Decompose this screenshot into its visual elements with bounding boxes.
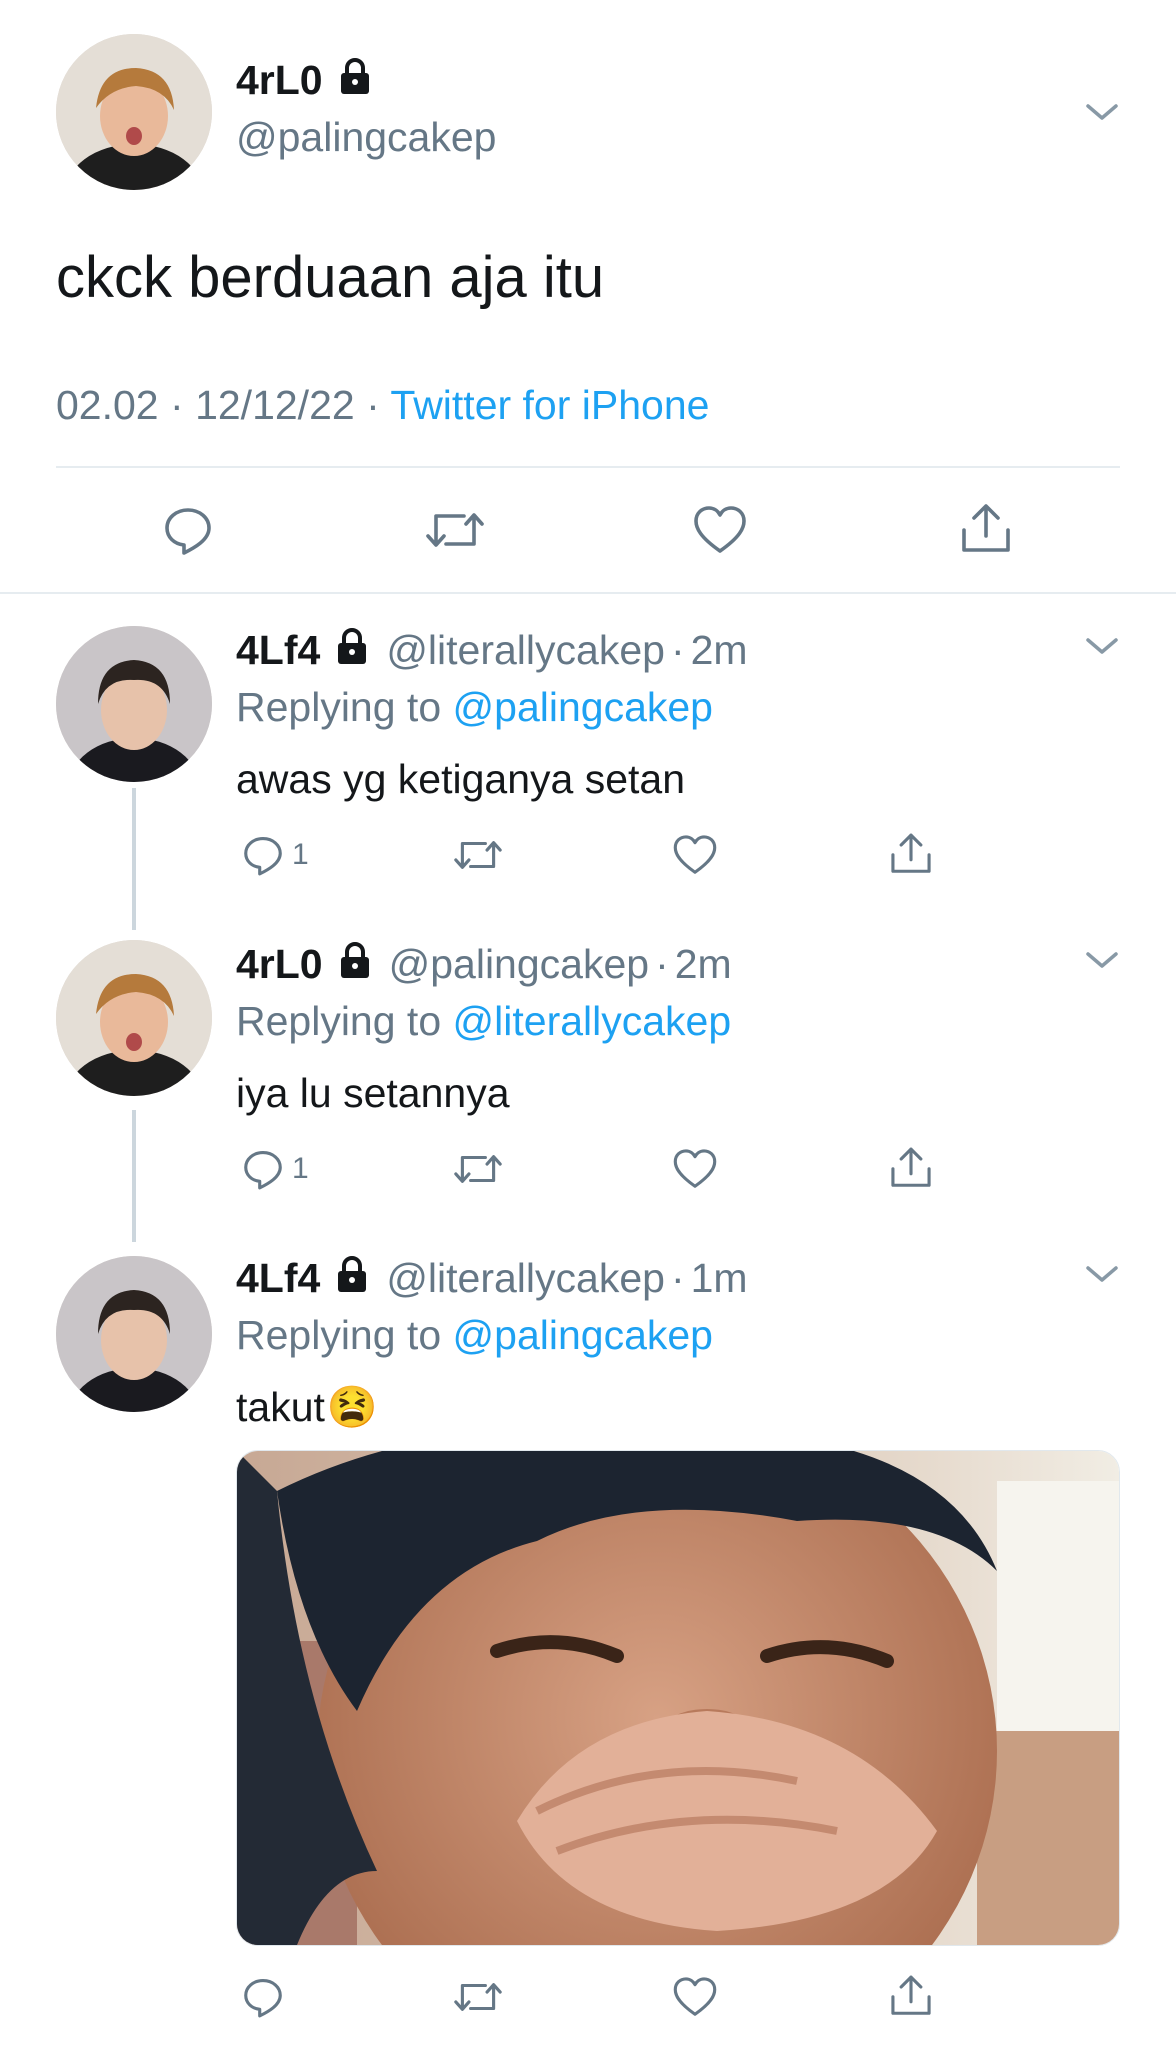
replying-to-link[interactable]: @literallycakep [453,998,732,1044]
avatar-reply-1[interactable] [56,626,212,782]
reply-icon [244,1979,282,2018]
handle[interactable]: @palingcakep [389,941,649,987]
reply-1-header: 4Lf4 @literallycakep · 2m [236,626,748,676]
divider [0,592,1176,594]
lock-icon [332,1254,372,1304]
handle[interactable]: @literallycakep [386,1255,665,1301]
chevron-down-icon[interactable] [1082,98,1122,131]
replying-to-link[interactable]: @palingcakep [453,1312,713,1358]
avatar-reply-2[interactable] [56,940,212,1096]
reply-text: awas yg ketiganya setan [236,756,685,802]
share-icon [891,833,931,873]
replying-prefix: Replying to [236,1312,442,1358]
heart-icon [673,1149,717,1188]
tweet-time: 2m [690,627,748,673]
meta-separator: · [170,382,184,428]
main-display-name[interactable]: 4rL0 [236,56,375,106]
share-icon [891,1147,931,1187]
replying-to: Replying to @literallycakep [236,998,731,1045]
lock-icon [335,56,375,106]
reply-text-content: takut [236,1384,325,1430]
tweet-source-link[interactable]: Twitter for iPhone [390,382,709,428]
tweet-time: 02.02 [56,382,159,428]
main-tweet-meta: 02.02 · 12/12/22 · Twitter for iPhone [56,382,709,429]
reply-2-header: 4rL0 @palingcakep · 2m [236,940,732,990]
reply-count: 1 [292,1152,309,1185]
display-name-text[interactable]: 4Lf4 [236,627,320,673]
share-icon [962,504,1010,552]
avatar-reply-3[interactable] [56,1256,212,1412]
display-name-text[interactable]: 4rL0 [236,941,323,987]
handle[interactable]: @literallycakep [386,627,665,673]
display-name-text[interactable]: 4Lf4 [236,1255,320,1301]
heart-icon [673,1977,717,2016]
replying-prefix: Replying to [236,684,442,730]
reply-text: iya lu setannya [236,1070,510,1116]
share-icon [891,1975,931,2015]
reply-text: takut😫 [236,1384,378,1432]
retweet-button[interactable] [452,1146,504,1192]
reply-icon [244,1151,282,1190]
thread-line [132,1110,136,1242]
chevron-down-icon[interactable] [1082,632,1122,665]
reply-icon [165,508,211,555]
chevron-down-icon[interactable] [1082,1260,1122,1293]
like-button[interactable] [672,1974,718,2020]
reply-button[interactable]: 1 [240,1146,309,1192]
tweet-time: 2m [674,941,732,987]
replying-to-link[interactable]: @palingcakep [453,684,713,730]
heart-icon [673,835,717,874]
share-button[interactable] [888,1144,934,1192]
like-button[interactable] [692,502,748,558]
display-name-text[interactable]: 4rL0 [236,57,323,103]
share-button[interactable] [888,830,934,878]
thread-line [132,788,136,930]
tired-face-emoji: 😫 [326,1384,378,1430]
tweet-date: 12/12/22 [195,382,355,428]
like-button[interactable] [672,832,718,878]
replying-to: Replying to @palingcakep [236,1312,713,1359]
share-button[interactable] [958,500,1014,558]
replying-prefix: Replying to [236,998,442,1044]
meta-separator: · [366,382,380,428]
share-button[interactable] [888,1972,934,2020]
retweet-icon [454,1983,502,2011]
retweet-icon [454,1155,502,1183]
retweet-icon [426,513,484,547]
reply-button[interactable] [240,1974,286,2020]
reply-button[interactable] [160,502,216,558]
lock-icon [332,626,372,676]
main-handle[interactable]: @palingcakep [236,114,496,161]
retweet-icon [454,841,502,869]
attached-photo[interactable] [236,1450,1120,1946]
replying-to: Replying to @palingcakep [236,684,713,731]
reply-icon [244,837,282,876]
retweet-button[interactable] [452,832,504,878]
heart-icon [694,506,746,553]
reply-button[interactable]: 1 [240,832,309,878]
retweet-button[interactable] [424,502,486,558]
main-tweet-text: ckck berduaan aja itu [56,245,605,310]
retweet-button[interactable] [452,1974,504,2020]
divider [56,466,1120,468]
reply-3-header: 4Lf4 @literallycakep · 1m [236,1254,748,1304]
reply-count: 1 [292,838,309,871]
like-button[interactable] [672,1146,718,1192]
chevron-down-icon[interactable] [1082,946,1122,979]
avatar-main-tweet[interactable] [56,34,212,190]
tweet-time: 1m [690,1255,748,1301]
lock-icon [335,940,375,990]
